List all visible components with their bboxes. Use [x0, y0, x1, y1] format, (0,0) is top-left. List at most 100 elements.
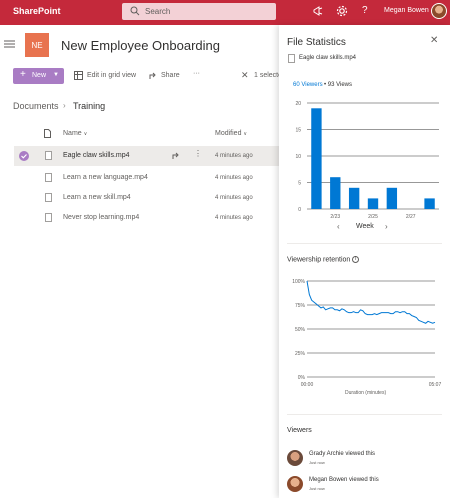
user-name[interactable]: Megan Bowen — [384, 7, 429, 14]
grid-icon — [74, 71, 83, 80]
more-vertical-icon[interactable]: ⋮ — [194, 149, 202, 158]
bar — [348, 187, 360, 209]
bar — [367, 198, 379, 209]
video-file-icon — [288, 54, 295, 63]
site-logo[interactable]: NE — [25, 33, 49, 57]
viewer-name: Grady Archie viewed this — [309, 451, 376, 457]
video-file-icon — [45, 213, 52, 222]
column-name-label: Name — [63, 130, 82, 137]
retention-xlabel: Duration (minutes) — [345, 390, 387, 396]
more-button[interactable]: ··· — [193, 70, 200, 77]
x-tick-label: 05:07 — [429, 382, 442, 388]
search-box[interactable]: Search — [122, 3, 276, 20]
avatar — [287, 450, 303, 466]
selected-count: 1 selecte — [254, 72, 283, 79]
y-tick-label: 75% — [295, 303, 306, 309]
y-tick-label: 0 — [298, 207, 301, 213]
divider — [287, 243, 442, 244]
video-file-icon — [45, 151, 52, 160]
app-brand[interactable]: SharePoint — [13, 6, 61, 16]
help-icon[interactable]: ? — [362, 5, 368, 16]
megaphone-icon[interactable] — [312, 5, 324, 17]
y-tick-label: 10 — [295, 154, 301, 160]
clear-selection-icon[interactable]: ✕ — [241, 70, 249, 81]
x-tick-label: 00:00 — [301, 382, 314, 388]
breadcrumb-documents[interactable]: Documents — [13, 101, 59, 111]
retention-line — [306, 280, 436, 324]
share-icon — [149, 72, 156, 79]
viewer-time: Just now — [309, 486, 325, 491]
search-icon — [130, 6, 140, 16]
y-tick-label: 0% — [298, 375, 306, 381]
new-label: New — [32, 72, 47, 79]
search-placeholder: Search — [145, 7, 171, 16]
bar — [311, 108, 322, 209]
retention-title-label: Viewership retention — [287, 256, 351, 264]
week-label: Week — [356, 223, 374, 230]
column-name[interactable]: Name ∨ — [63, 130, 87, 137]
table-row[interactable]: Learn a new skill.mp4 4 minutes ago — [14, 188, 279, 208]
share-icon[interactable] — [172, 151, 181, 160]
panel-file-name: Eagle claw skills.mp4 — [299, 55, 357, 61]
chevron-down-icon: ▼ — [53, 72, 59, 78]
new-button[interactable]: + New ▼ — [13, 68, 64, 84]
views-count: • 93 Views — [324, 82, 353, 88]
bar — [330, 177, 341, 209]
file-modified: 4 minutes ago — [215, 175, 253, 181]
chevron-down-icon: ∨ — [243, 131, 248, 137]
viewers-count[interactable]: 60 Viewers — [293, 82, 323, 88]
viewers-title: Viewers — [287, 427, 312, 434]
x-tick-label: 2/23 — [330, 214, 340, 220]
info-icon[interactable]: i — [352, 256, 360, 263]
video-file-icon — [45, 173, 52, 182]
divider — [287, 414, 442, 415]
breadcrumb-current: Training — [73, 101, 106, 111]
file-statistics-panel: File Statistics ✕ Eagle claw skills.mp4 … — [279, 25, 450, 498]
suite-header: SharePoint Search ? Megan Bowen — [0, 0, 450, 25]
bar — [424, 198, 435, 209]
file-name[interactable]: Eagle claw skills.mp4 — [63, 152, 130, 159]
viewer-item[interactable]: Grady Archie viewed this Just now — [287, 450, 447, 472]
chevron-right-icon: › — [63, 101, 66, 110]
file-modified: 4 minutes ago — [215, 153, 253, 159]
views-bar-chart: 0 5 10 15 20 2/23 2/25 2/27 — [295, 101, 439, 220]
viewer-time: Just now — [309, 460, 325, 465]
y-tick-label: 5 — [298, 181, 301, 187]
share-button[interactable]: Share — [161, 72, 180, 79]
x-tick-label: 2/25 — [368, 214, 378, 220]
close-icon[interactable]: ✕ — [430, 35, 438, 46]
hamburger-icon[interactable] — [4, 40, 15, 48]
y-tick-label: 25% — [295, 351, 306, 357]
y-tick-label: 15 — [295, 128, 301, 134]
file-name[interactable]: Never stop learning.mp4 — [63, 214, 139, 221]
bar — [386, 187, 398, 209]
file-type-icon — [44, 129, 51, 138]
column-modified[interactable]: Modified ∨ — [215, 130, 247, 137]
next-week-icon[interactable]: › — [385, 222, 388, 231]
panel-title: File Statistics — [287, 37, 346, 48]
avatar — [287, 476, 303, 492]
retention-title: Viewership retention i — [287, 256, 360, 264]
gear-icon[interactable] — [336, 5, 348, 17]
retention-line-chart: 0% 25% 50% 75% 100% 00:00 05:07 — [292, 279, 442, 388]
viewer-item[interactable]: Megan Bowen viewed this Just now — [287, 476, 447, 498]
document-library — [0, 25, 279, 498]
file-modified: 4 minutes ago — [215, 195, 253, 201]
y-tick-label: 100% — [292, 279, 305, 285]
viewer-name: Megan Bowen viewed this — [309, 477, 379, 483]
table-row[interactable]: Learn a new language.mp4 4 minutes ago — [14, 168, 279, 188]
table-row[interactable]: Eagle claw skills.mp4 ⋮ 4 minutes ago — [14, 146, 279, 166]
y-tick-label: 50% — [295, 327, 306, 333]
site-title[interactable]: New Employee Onboarding — [61, 38, 220, 53]
table-row[interactable]: Never stop learning.mp4 4 minutes ago — [14, 208, 279, 228]
y-tick-label: 20 — [295, 101, 301, 107]
column-modified-label: Modified — [215, 130, 242, 137]
file-name[interactable]: Learn a new skill.mp4 — [63, 194, 131, 201]
avatar[interactable] — [431, 3, 447, 19]
file-name[interactable]: Learn a new language.mp4 — [63, 174, 148, 181]
checkmark-circle-icon[interactable] — [19, 151, 29, 161]
chevron-down-icon: ∨ — [83, 131, 88, 137]
previous-week-icon[interactable]: ‹ — [337, 222, 340, 231]
edit-grid-button[interactable]: Edit in grid view — [87, 72, 136, 79]
x-tick-label: 2/27 — [406, 214, 416, 220]
